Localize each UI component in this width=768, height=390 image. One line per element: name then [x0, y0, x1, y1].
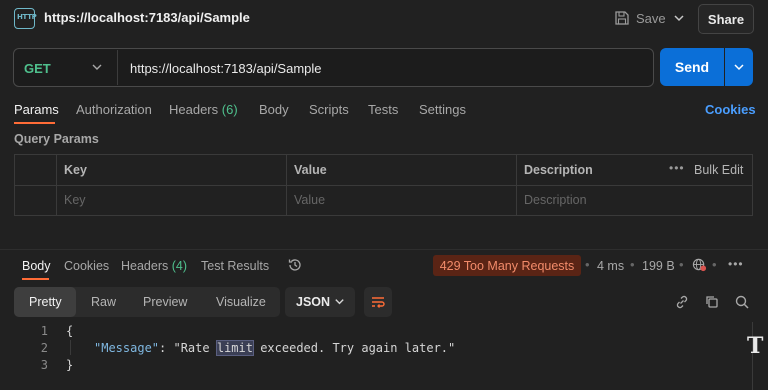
response-size[interactable]: 199 B	[642, 259, 675, 273]
chevron-down-icon[interactable]	[671, 10, 687, 26]
chevron-down-icon	[335, 299, 344, 305]
save-icon[interactable]	[614, 10, 630, 26]
search-highlight: limit	[215, 340, 254, 356]
column-header-value: Value	[294, 163, 327, 177]
url-divider	[117, 50, 118, 85]
line-number: 2	[40, 341, 48, 355]
response-time[interactable]: 4 ms	[597, 259, 624, 273]
format-preview[interactable]: Preview	[143, 295, 187, 309]
response-tab-cookies[interactable]: Cookies	[64, 259, 109, 273]
save-button[interactable]: Save	[636, 11, 666, 26]
tab-headers[interactable]: Headers (6)	[169, 102, 238, 117]
method-select[interactable]: GET	[24, 61, 51, 76]
key-input[interactable]: Key	[64, 193, 86, 207]
history-icon[interactable]	[287, 257, 303, 273]
bulk-edit-button[interactable]: Bulk Edit	[694, 163, 743, 177]
separator-dot: •	[630, 257, 635, 272]
search-icon[interactable]	[734, 294, 750, 310]
separator-dot: •	[679, 257, 684, 272]
send-options-button[interactable]	[725, 48, 753, 86]
text-cursor-icon: T	[747, 333, 764, 359]
separator-dot: •	[585, 257, 590, 272]
response-tab-body[interactable]: Body	[22, 259, 51, 273]
http-request-icon: HTTP	[14, 8, 37, 29]
wrap-lines-button[interactable]	[364, 287, 392, 317]
chevron-down-icon	[734, 64, 744, 71]
network-globe-icon[interactable]	[692, 257, 707, 272]
active-tab-indicator	[14, 122, 55, 124]
json-open-brace: {	[66, 324, 74, 338]
json-value-end: exceeded. Try again later."	[252, 341, 456, 355]
url-input[interactable]: https://localhost:7183/api/Sample	[130, 61, 322, 76]
chevron-down-icon[interactable]	[90, 60, 104, 74]
value-input[interactable]: Value	[294, 193, 325, 207]
json-key: "Message"	[94, 341, 160, 355]
line-number: 3	[40, 358, 48, 372]
response-divider	[0, 249, 768, 250]
http-icon-text: HTTP	[17, 13, 37, 21]
share-button[interactable]: Share	[698, 4, 754, 34]
tab-params[interactable]: Params	[14, 102, 59, 117]
tab-scripts[interactable]: Scripts	[309, 102, 349, 117]
tab-settings[interactable]: Settings	[419, 102, 466, 117]
format-visualize[interactable]: Visualize	[216, 295, 266, 309]
indent-guide	[70, 340, 71, 355]
status-badge[interactable]: 429 Too Many Requests	[433, 255, 581, 276]
tab-tests[interactable]: Tests	[368, 102, 398, 117]
request-title[interactable]: https://localhost:7183/api/Sample	[44, 10, 250, 25]
tab-headers-label: Headers	[169, 102, 219, 117]
copy-icon[interactable]	[704, 294, 720, 310]
response-tab-headers-label: Headers	[121, 259, 169, 273]
cookies-link[interactable]: Cookies	[705, 102, 756, 117]
url-bar	[13, 48, 654, 87]
response-headers-count: (4)	[171, 259, 188, 273]
response-tab-test-results[interactable]: Test Results	[201, 259, 269, 273]
format-raw[interactable]: Raw	[91, 295, 116, 309]
json-colon: :	[159, 341, 174, 355]
response-tab-headers[interactable]: Headers (4)	[121, 259, 187, 273]
send-button[interactable]: Send	[660, 48, 724, 86]
json-close-brace: }	[66, 358, 74, 372]
language-select-label: JSON	[296, 295, 331, 309]
link-icon[interactable]	[674, 294, 690, 310]
json-message-line: "Message": "Rate limit exceeded. Try aga…	[94, 340, 456, 356]
query-params-table	[14, 154, 753, 216]
json-value-start: "Rate	[173, 341, 217, 355]
more-options-icon[interactable]: •••	[669, 161, 685, 175]
format-pretty[interactable]: Pretty	[29, 295, 62, 309]
column-header-key: Key	[64, 163, 87, 177]
more-options-icon[interactable]: •••	[728, 257, 744, 271]
wrap-lines-icon	[372, 297, 385, 308]
column-header-description: Description	[524, 163, 593, 177]
query-params-label: Query Params	[14, 132, 99, 146]
headers-count: (6)	[221, 102, 238, 117]
tab-body[interactable]: Body	[259, 102, 289, 117]
description-input[interactable]: Description	[524, 193, 587, 207]
separator-dot: •	[712, 257, 717, 272]
line-number: 1	[40, 324, 48, 338]
tab-authorization[interactable]: Authorization	[76, 102, 152, 117]
active-response-tab-indicator	[22, 278, 49, 280]
